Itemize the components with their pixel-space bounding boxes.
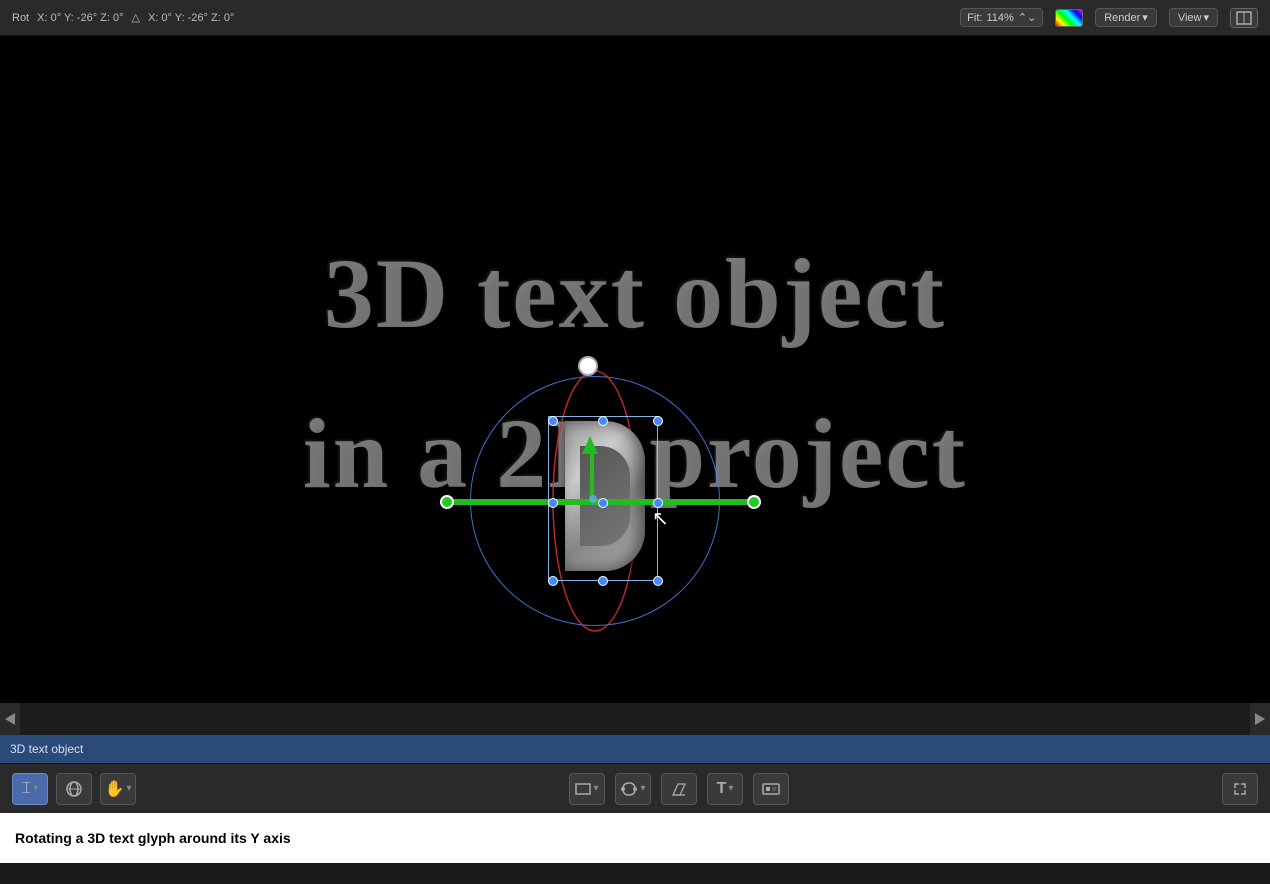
center-dot <box>589 495 597 503</box>
top-toolbar: Rot X: 0° Y: -26° Z: 0° △ X: 0° Y: -26° … <box>0 0 1270 36</box>
delta-values: X: 0° Y: -26° Z: 0° <box>148 12 234 24</box>
selection-handle-tr[interactable] <box>653 416 663 426</box>
fit-chevron-icon: ⌃⌄ <box>1018 11 1036 24</box>
pan-tool-icon: ✋ <box>105 779 125 799</box>
selection-handle-tl[interactable] <box>548 416 558 426</box>
canvas-area: 3D text object in a 2D project <box>0 36 1270 703</box>
fullscreen-button[interactable] <box>1222 773 1258 805</box>
selection-handle-bl[interactable] <box>548 576 558 586</box>
fit-label: Fit: <box>967 12 982 24</box>
window-size-button[interactable] <box>1230 8 1258 28</box>
view-label: View <box>1178 12 1202 24</box>
bottom-toolbar-right <box>1222 773 1258 805</box>
render-menu[interactable]: Render ▾ <box>1095 8 1157 27</box>
pan-tool-chevron-icon: ▾ <box>126 783 131 794</box>
text-tool-icon: T <box>717 780 727 798</box>
selection-handle-bm[interactable] <box>598 576 608 586</box>
mask-tool-button[interactable]: ▾ <box>615 773 651 805</box>
bottom-toolbar-center: ▾ ▾ T ▾ <box>569 773 789 805</box>
orbit-tool-icon <box>65 780 83 798</box>
timeline-area <box>0 703 1270 735</box>
window-size-icon <box>1236 11 1252 25</box>
toolbar-right: Fit: 114% ⌃⌄ Render ▾ View ▾ <box>960 8 1258 28</box>
orbit-tool-button[interactable] <box>56 773 92 805</box>
object-overlay: ↖ <box>460 366 730 636</box>
mask-tool-icon <box>620 780 638 798</box>
text-tool-chevron-icon: ▾ <box>728 783 733 794</box>
selection-handle-br[interactable] <box>653 576 663 586</box>
caption-text: Rotating a 3D text glyph around its Y ax… <box>15 830 291 846</box>
rot-label: Rot <box>12 12 29 24</box>
pen-tool-icon <box>670 780 688 798</box>
paint-tool-icon <box>762 782 780 796</box>
shape-tool-button[interactable]: ▾ <box>569 773 605 805</box>
render-chevron-icon: ▾ <box>1142 11 1148 24</box>
rot-values: X: 0° Y: -26° Z: 0° <box>37 12 123 24</box>
bottom-toolbar: ⌶ ▾ ✋ ▾ ▾ <box>0 763 1270 813</box>
color-swatch[interactable] <box>1055 9 1083 27</box>
delta-symbol: △ <box>132 11 140 24</box>
selection-handle-tm[interactable] <box>598 416 608 426</box>
layer-label: 3D text object <box>10 742 83 756</box>
fullscreen-icon <box>1231 780 1249 798</box>
select-tool-icon: ⌶ <box>22 780 32 798</box>
caption-area: Rotating a 3D text glyph around its Y ax… <box>0 813 1270 863</box>
view-menu[interactable]: View ▾ <box>1169 8 1218 27</box>
green-handle-left[interactable] <box>440 495 454 509</box>
timeline-end-marker <box>1250 703 1270 735</box>
select-tool-chevron-icon: ▾ <box>33 783 38 794</box>
start-marker-icon <box>5 713 15 725</box>
text-tool-button[interactable]: T ▾ <box>707 773 743 805</box>
fit-value: 114% <box>986 12 1013 24</box>
view-chevron-icon: ▾ <box>1203 11 1209 24</box>
selection-handle-ml[interactable] <box>548 498 558 508</box>
bottom-toolbar-left: ⌶ ▾ ✋ ▾ <box>12 773 136 805</box>
toolbar-left: Rot X: 0° Y: -26° Z: 0° △ X: 0° Y: -26° … <box>12 11 234 24</box>
selection-handle-mr[interactable] <box>653 498 663 508</box>
timeline-track[interactable] <box>20 703 1250 735</box>
shape-tool-icon <box>575 782 591 796</box>
timeline-start-marker <box>0 703 20 735</box>
pan-tool-button[interactable]: ✋ ▾ <box>100 773 136 805</box>
green-handle-right[interactable] <box>747 495 761 509</box>
end-marker-icon <box>1255 713 1265 725</box>
paint-tool-button[interactable] <box>753 773 789 805</box>
fit-dropdown[interactable]: Fit: 114% ⌃⌄ <box>960 8 1043 27</box>
selection-handle-mm[interactable] <box>598 498 608 508</box>
pen-tool-button[interactable] <box>661 773 697 805</box>
render-label: Render <box>1104 12 1140 24</box>
select-tool-button[interactable]: ⌶ ▾ <box>12 773 48 805</box>
rotation-handle[interactable] <box>578 356 598 376</box>
shape-tool-chevron-icon: ▾ <box>593 783 598 794</box>
canvas-text-line1: 3D text object <box>0 236 1270 351</box>
mask-tool-chevron-icon: ▾ <box>640 783 645 794</box>
layer-bar[interactable]: 3D text object <box>0 735 1270 763</box>
